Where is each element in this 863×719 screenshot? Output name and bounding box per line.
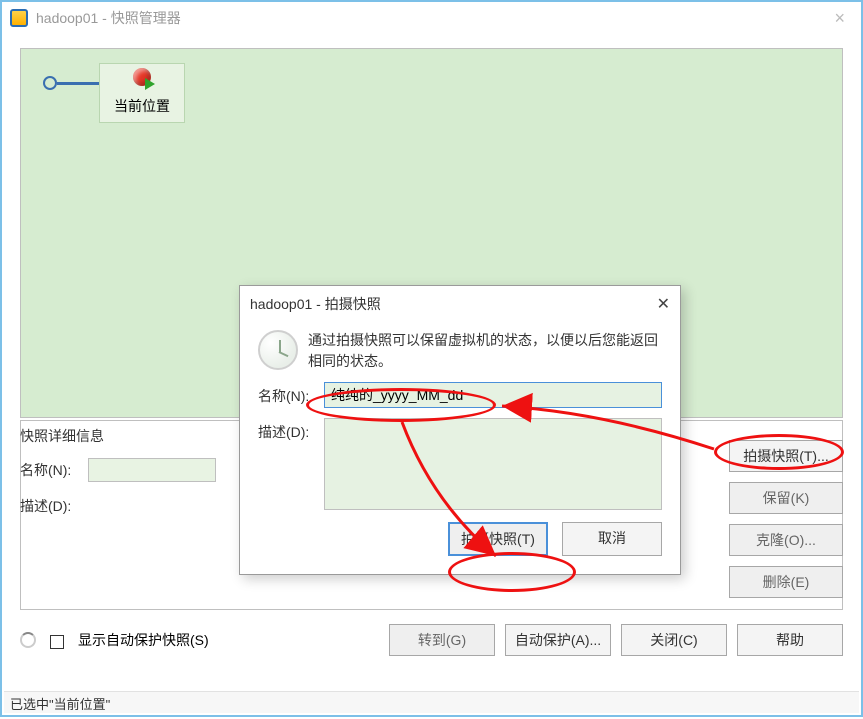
details-name-input[interactable]: [88, 458, 216, 482]
show-auto-label: 显示自动保护快照(S): [78, 630, 209, 650]
current-position-label: 当前位置: [114, 98, 170, 114]
snapshot-manager-window: hadoop01 - 快照管理器 × 当前位置 快照详细信息 名称(N): 描述…: [0, 0, 863, 717]
app-icon: [10, 9, 28, 27]
take-snapshot-button[interactable]: 拍摄快照(T)...: [729, 440, 843, 472]
dialog-title: hadoop01 - 拍摄快照: [250, 294, 381, 314]
details-title: 快照详细信息: [20, 426, 228, 446]
take-snapshot-dialog: hadoop01 - 拍摄快照 ✕ 通过拍摄快照可以保留虚拟机的状态，以便以后您…: [239, 285, 681, 575]
pin-marker-icon: [129, 68, 155, 94]
dialog-name-input[interactable]: [324, 382, 662, 408]
snapshot-details: 快照详细信息 名称(N): 描述(D):: [20, 426, 228, 530]
dialog-close-icon[interactable]: ✕: [657, 294, 670, 314]
clone-button[interactable]: 克隆(O)...: [729, 524, 843, 556]
bottom-toolbar: 显示自动保护快照(S) 转到(G) 自动保护(A)... 关闭(C) 帮助: [20, 624, 843, 656]
clock-icon: [258, 330, 298, 370]
window-close-icon[interactable]: ×: [826, 8, 853, 29]
auto-protect-button[interactable]: 自动保护(A)...: [505, 624, 611, 656]
titlebar: hadoop01 - 快照管理器 ×: [2, 2, 861, 34]
dialog-desc-label: 描述(D):: [258, 418, 324, 442]
right-button-column: 拍摄快照(T)... 保留(K) 克隆(O)... 删除(E): [729, 440, 843, 598]
help-button[interactable]: 帮助: [737, 624, 843, 656]
goto-button[interactable]: 转到(G): [389, 624, 495, 656]
delete-button[interactable]: 删除(E): [729, 566, 843, 598]
show-auto-checkbox[interactable]: [50, 635, 64, 649]
status-bar: 已选中"当前位置": [4, 691, 859, 713]
spinner-icon: [20, 632, 36, 648]
dialog-cancel-button[interactable]: 取消: [562, 522, 662, 556]
dialog-titlebar: hadoop01 - 拍摄快照 ✕: [240, 286, 680, 320]
dialog-ok-button[interactable]: 拍摄快照(T): [448, 522, 548, 556]
current-position-node[interactable]: 当前位置: [99, 63, 185, 123]
details-name-label: 名称(N):: [20, 460, 88, 480]
dialog-name-label: 名称(N):: [258, 382, 324, 406]
dialog-desc-input[interactable]: [324, 418, 662, 510]
dialog-info-text: 通过拍摄快照可以保留虚拟机的状态，以便以后您能返回相同的状态。: [308, 330, 662, 372]
close-button[interactable]: 关闭(C): [621, 624, 727, 656]
keep-button[interactable]: 保留(K): [729, 482, 843, 514]
window-title: hadoop01 - 快照管理器: [36, 8, 181, 28]
details-desc-label: 描述(D):: [20, 496, 88, 516]
